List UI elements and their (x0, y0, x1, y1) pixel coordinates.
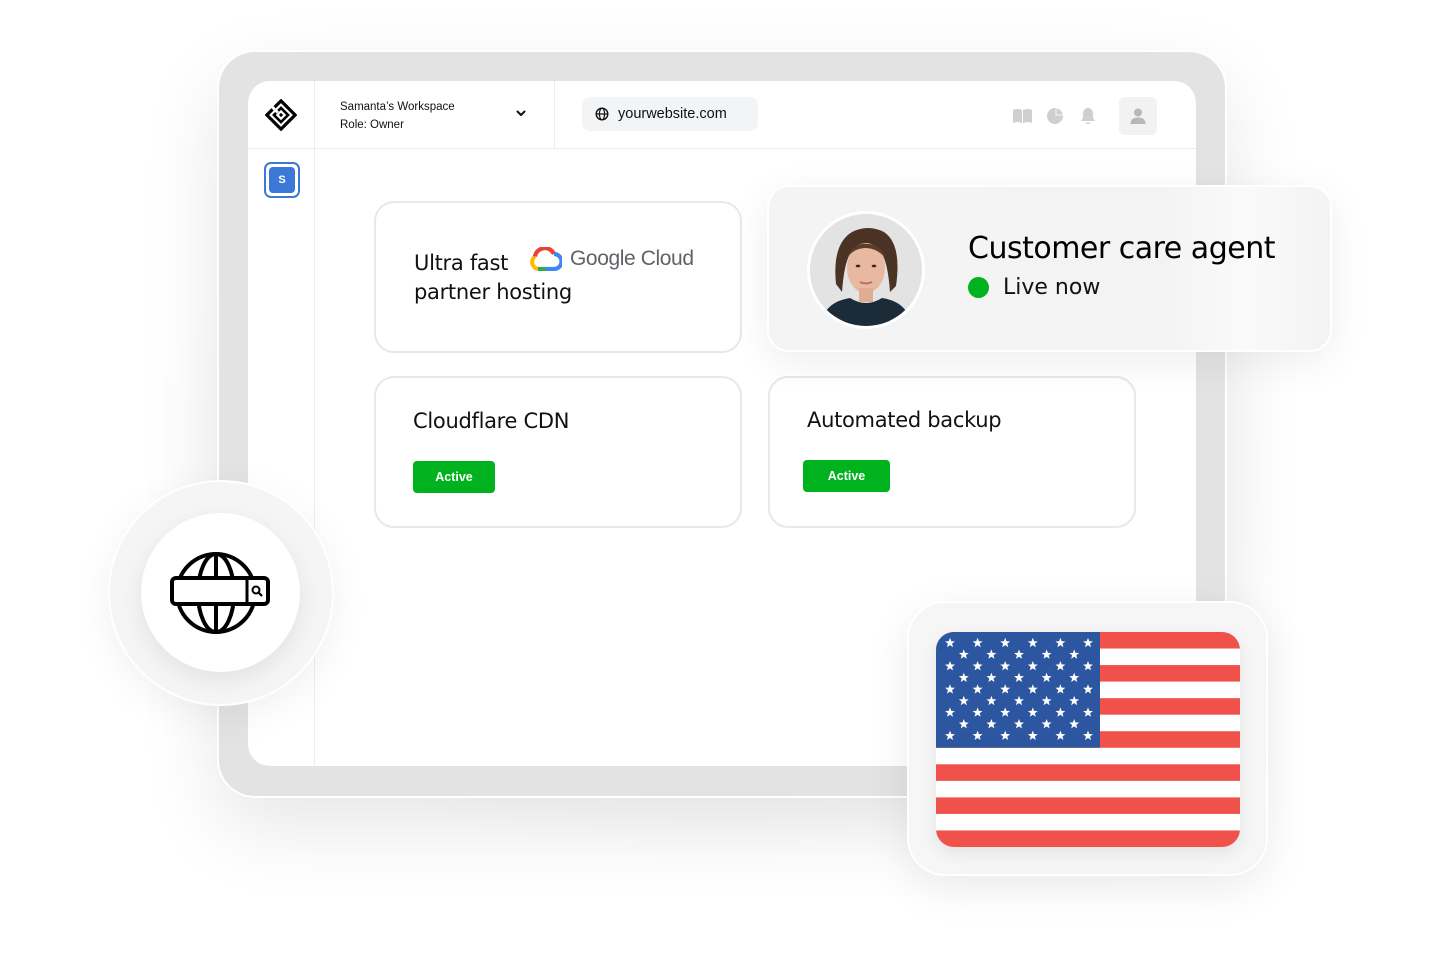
notifications-button[interactable] (1077, 105, 1099, 127)
workspace-avatar[interactable]: S (264, 162, 300, 198)
backup-title: Automated backup (807, 408, 1002, 432)
workspace-initial: S (269, 167, 295, 193)
customer-care-card[interactable]: Customer care agent Live now (767, 185, 1332, 352)
pie-chart-icon (1047, 108, 1063, 124)
backup-card: Automated backup Active (768, 376, 1136, 528)
live-status-dot-icon (968, 277, 989, 298)
flag-stripe (936, 747, 1240, 765)
agent-portrait-icon (810, 214, 922, 326)
user-menu-button[interactable] (1119, 97, 1157, 135)
docs-button[interactable] (1011, 105, 1033, 127)
hosting-card: Ultra fast partner hosting Google Cloud (374, 201, 742, 353)
top-bar: Samanta’s Workspace Role: Owner yourwebs… (248, 81, 1196, 149)
agent-status-text: Live now (1003, 275, 1101, 300)
bell-icon (1081, 108, 1095, 125)
google-cloud-logo: Google Cloud (530, 247, 694, 271)
flag-stripe (936, 780, 1240, 798)
us-flag-icon (936, 632, 1240, 847)
agent-status: Live now (968, 275, 1100, 300)
workspace-switcher[interactable]: Samanta’s Workspace Role: Owner (315, 81, 555, 149)
hosting-line1: Ultra fast (414, 251, 509, 275)
chevron-down-icon[interactable] (514, 106, 528, 120)
flag-stripe (936, 764, 1240, 782)
cdn-card: Cloudflare CDN Active (374, 376, 742, 528)
cdn-title: Cloudflare CDN (413, 409, 570, 433)
hosting-line2: partner hosting (414, 280, 572, 304)
agent-title: Customer care agent (968, 231, 1275, 266)
user-icon (1130, 108, 1146, 124)
flag-stripe (936, 813, 1240, 831)
google-cloud-icon (530, 247, 562, 271)
logo-icon (265, 99, 297, 131)
google-cloud-text: Google Cloud (570, 247, 694, 270)
cdn-status-badge: Active (413, 461, 495, 493)
analytics-button[interactable] (1044, 105, 1066, 127)
website-url: yourwebsite.com (618, 106, 727, 122)
backup-status-badge: Active (803, 460, 890, 492)
agent-avatar (807, 211, 925, 329)
header-icons (1011, 105, 1099, 127)
globe-icon (595, 107, 609, 121)
domain-search-bubble (141, 513, 300, 672)
flag-canton (936, 632, 1100, 748)
flag-stripe (936, 797, 1240, 815)
united-states-flag (936, 632, 1240, 847)
flag-stripe (936, 830, 1240, 847)
book-icon (1012, 109, 1032, 123)
website-url-pill[interactable]: yourwebsite.com (582, 97, 758, 131)
globe-search-icon (169, 551, 270, 634)
app-logo[interactable] (248, 81, 315, 149)
